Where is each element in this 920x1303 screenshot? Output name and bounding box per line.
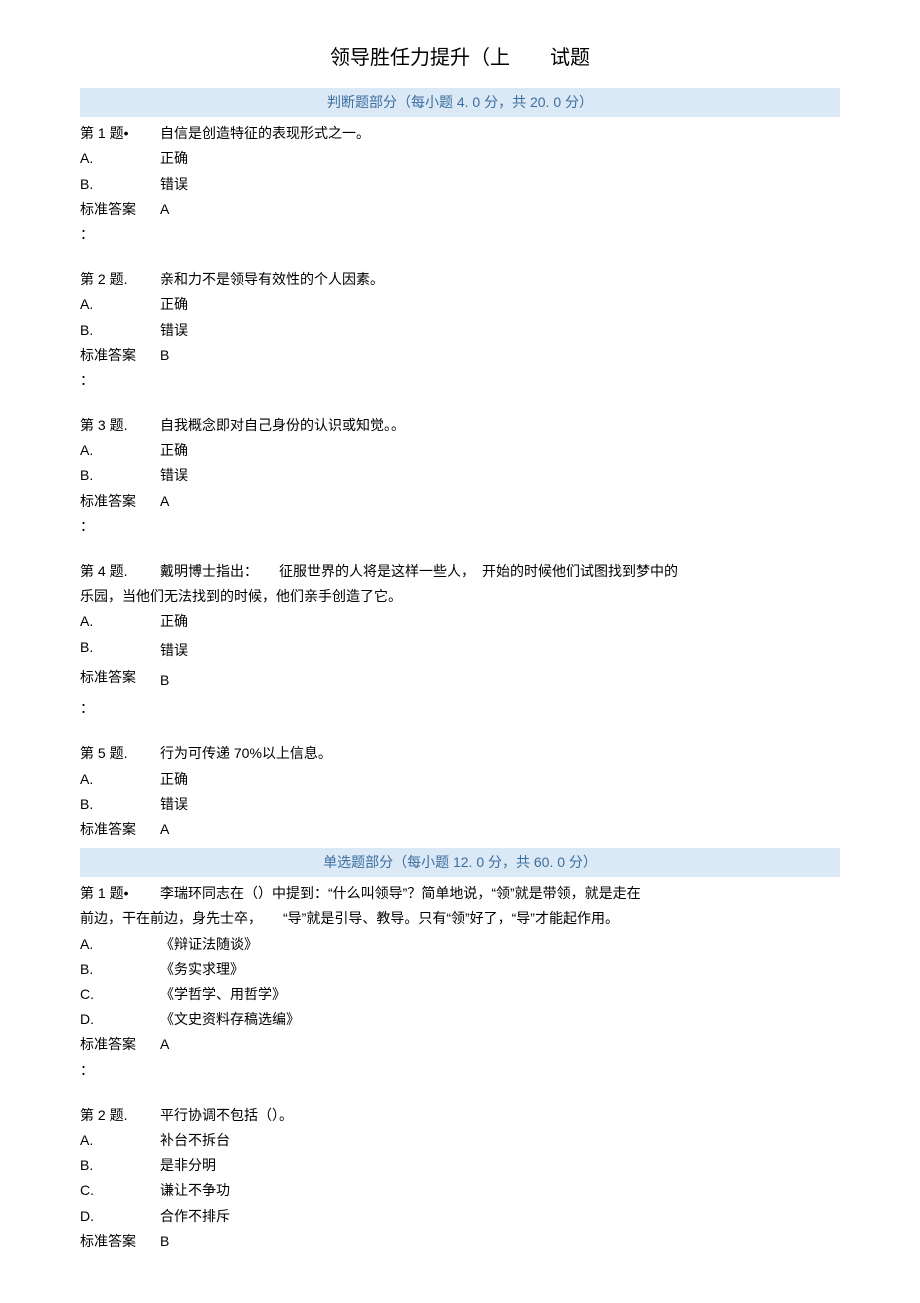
option-label-a: A. xyxy=(80,932,160,957)
answer-label: 标准答案 xyxy=(80,817,160,842)
judge-question-1: 第 1 题• 自信是创造特征的表现形式之一。 A. 正确 B. 错误 标准答案 … xyxy=(80,121,840,247)
answer-value: A xyxy=(160,489,840,514)
option-text-b: 错误 xyxy=(160,172,840,197)
option-label-d: D. xyxy=(80,1007,160,1032)
judge-question-2: 第 2 题. 亲和力不是领导有效性的个人因素。 A. 正确 B. 错误 标准答案… xyxy=(80,267,840,393)
question-stem: 自我概念即对自己身份的认识或知觉。。 xyxy=(160,413,840,438)
option-text-c: 谦让不争功 xyxy=(160,1178,840,1203)
answer-value: A xyxy=(160,817,840,842)
answer-value: B xyxy=(160,665,840,696)
single-question-1: 第 1 题• 李瑞环同志在（）中提到：“什么叫领导”？简单地说，“领”就是带领，… xyxy=(80,881,840,1083)
question-stem: 行为可传递 70%以上信息。 xyxy=(160,741,840,766)
option-text-d: 《文史资料存稿选编》 xyxy=(160,1007,840,1032)
option-text-b: 错误 xyxy=(160,792,840,817)
option-text-a: 《辩证法随谈》 xyxy=(160,932,840,957)
option-text-b: 错误 xyxy=(160,463,840,488)
option-text-a: 补台不拆台 xyxy=(160,1128,840,1153)
option-label-c: C. xyxy=(80,982,160,1007)
question-number: 第 1 题• xyxy=(80,121,160,146)
option-text-b: 错误 xyxy=(160,635,840,666)
option-label-a: A. xyxy=(80,438,160,463)
option-label-b: B. xyxy=(80,172,160,197)
question-stem-line1: 戴明博士指出： 征服世界的人将是这样一些人， 开始的时候他们试图找到梦中的 xyxy=(160,559,840,584)
option-label-b: B. xyxy=(80,463,160,488)
option-label-a: A. xyxy=(80,767,160,792)
answer-value: B xyxy=(160,343,840,368)
option-text-b: 《务实求理》 xyxy=(160,957,840,982)
answer-colon: ： xyxy=(80,368,160,393)
question-number: 第 1 题• xyxy=(80,881,160,906)
answer-label: 标准答案 xyxy=(80,197,160,222)
question-number: 第 3 题. xyxy=(80,413,160,438)
option-text-a: 正确 xyxy=(160,292,840,317)
question-stem-line2: 乐园，当他们无法找到的时候，他们亲手创造了它。 xyxy=(80,584,840,609)
answer-label: 标准答案 xyxy=(80,665,160,696)
answer-colon: ： xyxy=(80,1058,160,1083)
page-title: 领导胜任力提升（上 试题 xyxy=(80,40,840,76)
question-number: 第 2 题. xyxy=(80,267,160,292)
option-label-b: B. xyxy=(80,318,160,343)
single-question-2: 第 2 题. 平行协调不包括（）。 A. 补台不拆台 B. 是非分明 C. 谦让… xyxy=(80,1103,840,1254)
option-label-b: B. xyxy=(80,792,160,817)
option-text-d: 合作不排斥 xyxy=(160,1204,840,1229)
answer-colon: ： xyxy=(80,222,160,247)
option-label-c: C. xyxy=(80,1178,160,1203)
answer-label: 标准答案 xyxy=(80,1229,160,1254)
question-stem-line2: 前边，干在前边，身先士卒， “导”就是引导、教导。只有“领”好了，“导”才能起作… xyxy=(80,906,840,931)
answer-label: 标准答案 xyxy=(80,343,160,368)
option-label-d: D. xyxy=(80,1204,160,1229)
answer-label: 标准答案 xyxy=(80,489,160,514)
judge-question-3: 第 3 题. 自我概念即对自己身份的认识或知觉。。 A. 正确 B. 错误 标准… xyxy=(80,413,840,539)
question-stem: 自信是创造特征的表现形式之一。 xyxy=(160,121,840,146)
question-stem-line1: 李瑞环同志在（）中提到：“什么叫领导”？简单地说，“领”就是带领，就是走在 xyxy=(160,881,840,906)
question-number: 第 5 题. xyxy=(80,741,160,766)
question-number: 第 4 题. xyxy=(80,559,160,584)
option-text-a: 正确 xyxy=(160,609,840,634)
answer-label: 标准答案 xyxy=(80,1032,160,1057)
option-text-c: 《学哲学、用哲学》 xyxy=(160,982,840,1007)
answer-colon: ： xyxy=(80,514,160,539)
option-label-a: A. xyxy=(80,292,160,317)
option-label-a: A. xyxy=(80,146,160,171)
option-text-a: 正确 xyxy=(160,146,840,171)
option-text-b: 是非分明 xyxy=(160,1153,840,1178)
option-label-a: A. xyxy=(80,609,160,634)
option-label-b: B. xyxy=(80,1153,160,1178)
answer-value: A xyxy=(160,1032,840,1057)
judge-question-5: 第 5 题. 行为可传递 70%以上信息。 A. 正确 B. 错误 标准答案 A xyxy=(80,741,840,842)
single-section-header: 单选题部分（每小题 12. 0 分，共 60. 0 分） xyxy=(80,848,840,877)
option-text-a: 正确 xyxy=(160,438,840,463)
judge-question-4: 第 4 题. 戴明博士指出： 征服世界的人将是这样一些人， 开始的时候他们试图找… xyxy=(80,559,840,721)
question-number: 第 2 题. xyxy=(80,1103,160,1128)
question-stem: 亲和力不是领导有效性的个人因素。 xyxy=(160,267,840,292)
option-text-a: 正确 xyxy=(160,767,840,792)
option-text-b: 错误 xyxy=(160,318,840,343)
option-label-a: A. xyxy=(80,1128,160,1153)
answer-colon: ： xyxy=(80,696,160,721)
judge-section-header: 判断题部分（每小题 4. 0 分，共 20. 0 分） xyxy=(80,88,840,117)
question-stem: 平行协调不包括（）。 xyxy=(160,1103,840,1128)
answer-value: A xyxy=(160,197,840,222)
answer-value: B xyxy=(160,1229,840,1254)
option-label-b: B. xyxy=(80,957,160,982)
option-label-b: B. xyxy=(80,635,160,666)
